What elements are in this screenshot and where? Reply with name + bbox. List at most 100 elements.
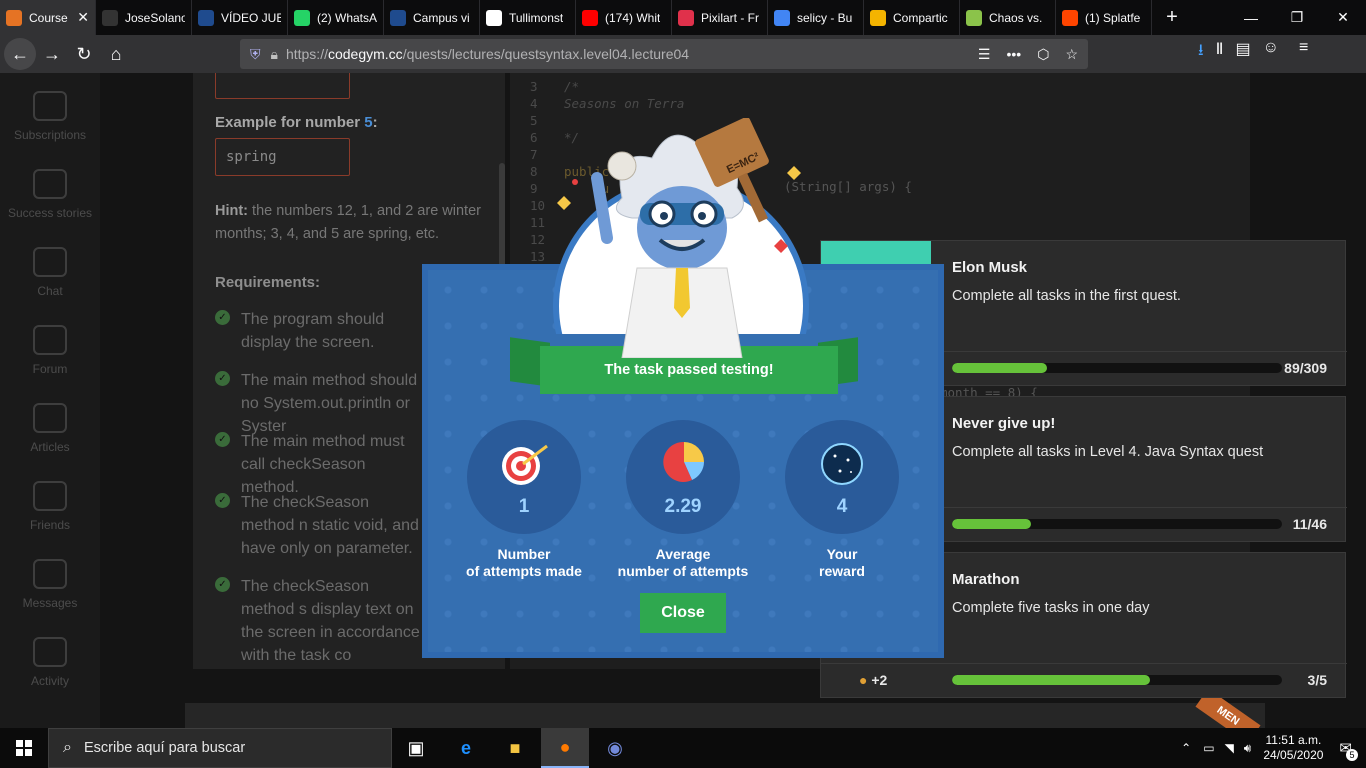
task-view-button[interactable]: ▣	[392, 728, 440, 768]
windows-logo-icon	[16, 740, 32, 756]
tab-title: Campus vi	[413, 10, 470, 25]
pocket-icon[interactable]: ⬡	[1037, 46, 1049, 63]
drive-icon	[870, 9, 886, 26]
sidenav-item[interactable]: Chat	[0, 247, 100, 299]
sidebar-icon[interactable]: ▤	[1235, 39, 1250, 66]
browser-tab[interactable]: Course ✕	[0, 0, 96, 35]
check-icon: ✓	[215, 577, 230, 592]
discord-button[interactable]: ◉	[591, 728, 639, 768]
notifications-icon[interactable]: ✉ 5	[1339, 739, 1358, 761]
search-icon: ⌕	[63, 739, 72, 756]
system-tray: ⌃ ▭ ◥ 🔊︎ 11:51 a.m. 24/05/2020 ✉ 5	[1181, 728, 1366, 768]
browser-tab[interactable]: (2) WhatsApp	[288, 0, 384, 35]
achievement-progress-fill	[952, 519, 1031, 529]
edge-button[interactable]: e	[442, 728, 490, 768]
sidenav-item[interactable]: Subscriptions	[0, 91, 100, 143]
downloads-icon[interactable]: ⭳	[1198, 39, 1204, 66]
search-placeholder: Escribe aquí para buscar	[83, 740, 246, 756]
file-explorer-button[interactable]: ■	[491, 728, 539, 768]
requirement-text: The program should display the screen.	[241, 311, 385, 351]
sidenav-item[interactable]: Articles	[0, 403, 100, 455]
bookmark-star-icon[interactable]: ☆	[1065, 46, 1078, 63]
browser-tab[interactable]: JoseSolano	[96, 0, 192, 35]
browser-tab[interactable]: Campus vi	[384, 0, 480, 35]
browser-tab[interactable]: Pixilart - Fr	[672, 0, 768, 35]
battery-icon[interactable]: ▭	[1203, 741, 1214, 755]
example-label: Example for number 5:	[215, 114, 378, 131]
minimize-button[interactable]: —	[1228, 0, 1274, 35]
tray-expand-icon[interactable]: ⌃	[1181, 741, 1191, 755]
wikipedia-icon	[486, 9, 502, 26]
library-icon[interactable]: Ⅱ	[1216, 39, 1224, 66]
browser-tab[interactable]: Chaos vs.	[960, 0, 1056, 35]
achievement-count: 11/46	[1292, 516, 1327, 532]
wifi-icon[interactable]: ◥	[1225, 741, 1234, 755]
maximize-button[interactable]: ❐	[1274, 0, 1320, 35]
line-number: 4	[530, 96, 538, 111]
medal-icon: ●	[859, 672, 872, 688]
close-button[interactable]: Close	[640, 593, 726, 633]
url-bar[interactable]: ⛨ 🔒︎ https://codegym.cc/quests/lectures/…	[240, 39, 1088, 69]
line-number: 3	[530, 79, 538, 94]
attempts-made-stat: 1 Number of attempts made	[466, 420, 582, 579]
close-window-button[interactable]: ✕	[1320, 0, 1366, 35]
tab-title: JoseSolano	[125, 10, 185, 25]
reader-view-icon[interactable]: ☰	[978, 46, 991, 63]
achievement-count: 3/5	[1307, 672, 1327, 688]
tab-title: selicy - Bu	[797, 10, 853, 25]
browser-tab[interactable]: (174) Whit	[576, 0, 672, 35]
sidenav-label: Success stories	[7, 206, 93, 220]
browser-tab[interactable]: (1) Splatfe	[1056, 0, 1152, 35]
line-number: 6	[530, 130, 538, 145]
activity-icon	[33, 637, 67, 667]
achievement-progress-fill	[952, 363, 1048, 373]
firefox-icon: ●	[559, 736, 571, 757]
reddit-icon	[1062, 9, 1078, 26]
volume-icon[interactable]: 🔊︎	[1244, 741, 1252, 756]
account-icon[interactable]: ☺	[1263, 39, 1279, 66]
check-icon: ✓	[215, 310, 230, 325]
firefox-button[interactable]: ●	[541, 728, 589, 768]
code-text: /*	[564, 79, 580, 94]
sidenav-label: Friends	[29, 518, 70, 532]
page-actions-button[interactable]: •••	[1006, 46, 1021, 63]
line-number: 9	[530, 181, 538, 196]
sidenav-item[interactable]: Success stories	[0, 169, 100, 221]
dark-matter-icon	[821, 443, 863, 485]
sidenav-item[interactable]: Friends	[0, 481, 100, 533]
target-icon	[502, 444, 548, 485]
sidenav-item[interactable]: Activity	[0, 637, 100, 689]
browser-tab[interactable]: Compartic	[864, 0, 960, 35]
check-icon: ✓	[215, 432, 230, 447]
new-tab-button[interactable]: +	[1152, 6, 1192, 29]
sidenav-label: Subscriptions	[13, 128, 87, 142]
close-tab-icon[interactable]: ✕	[77, 9, 89, 26]
codegym-icon	[6, 9, 22, 26]
notification-count: 5	[1346, 749, 1358, 761]
browser-tab[interactable]: VÍDEO JUE	[192, 0, 288, 35]
menu-icon[interactable]: ≡	[1299, 39, 1308, 66]
browser-tab[interactable]: Tullimonst	[480, 0, 576, 35]
achievement-reward: ● +2	[859, 672, 887, 688]
clock[interactable]: 11:51 a.m. 24/05/2020	[1263, 733, 1323, 763]
reward-label: Your reward	[819, 546, 865, 579]
forward-arrow-icon: →	[43, 43, 61, 64]
tab-title: Tullimonst	[509, 10, 564, 25]
lock-icon: 🔒︎	[270, 45, 278, 62]
forward-button[interactable]: →	[36, 38, 68, 70]
reload-button[interactable]: ↻	[68, 38, 100, 70]
sidenav-label: Chat	[37, 284, 63, 298]
line-number: 13	[530, 249, 546, 264]
home-button[interactable]: ⌂	[100, 38, 132, 70]
windows-start-button[interactable]	[0, 728, 48, 768]
browser-tab-bar: Course ✕ JoseSolano VÍDEO JUE (2) WhatsApp Ca…	[0, 0, 1366, 35]
taskbar-search[interactable]: ⌕ Escribe aquí para buscar	[48, 728, 392, 768]
sidenav-item[interactable]: Messages	[0, 559, 100, 611]
achievement-divider	[821, 663, 1347, 664]
requirement-text: The checkSeason method n static void, an…	[241, 494, 419, 557]
flag-icon	[33, 169, 67, 199]
back-button[interactable]: ←	[4, 38, 36, 70]
tab-title: VÍDEO JUE	[221, 10, 281, 25]
sidenav-item[interactable]: Forum	[0, 325, 100, 377]
browser-tab[interactable]: selicy - Bu	[768, 0, 864, 35]
